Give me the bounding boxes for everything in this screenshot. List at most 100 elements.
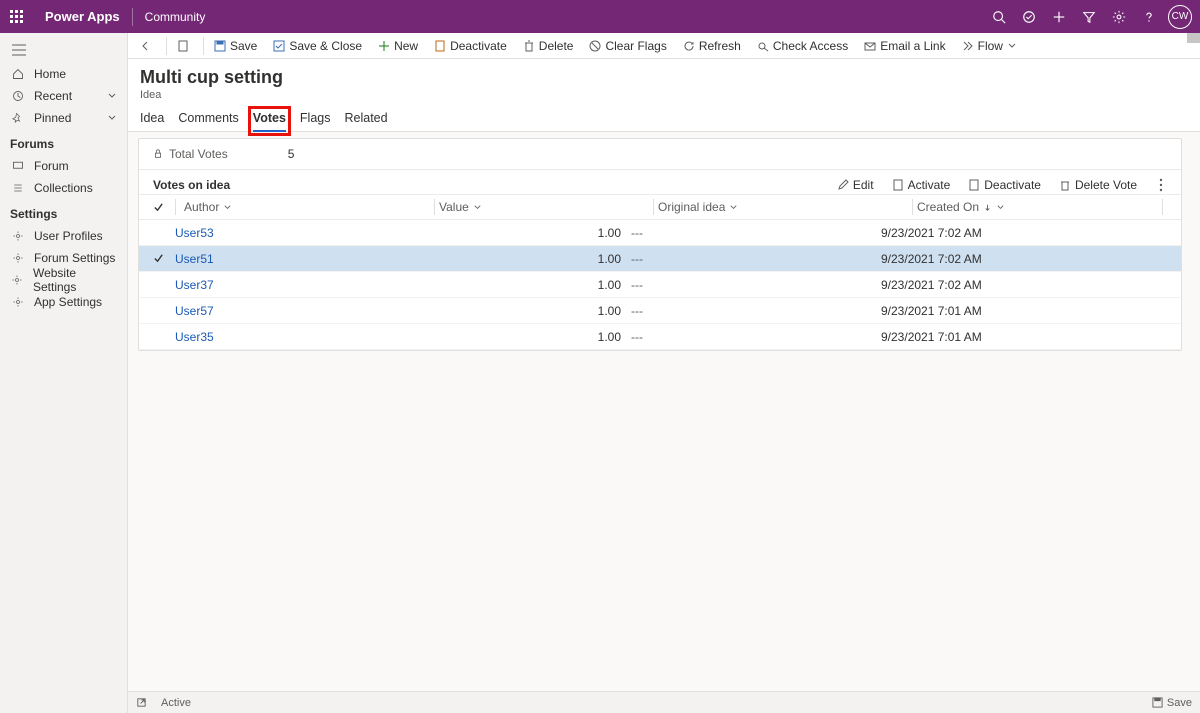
author-link[interactable]: User51 bbox=[175, 252, 214, 266]
pin-icon bbox=[10, 112, 26, 124]
tab-comments[interactable]: Comments bbox=[178, 111, 238, 131]
col-created-on[interactable]: Created On bbox=[917, 200, 1158, 214]
cell-original: --- bbox=[631, 278, 881, 292]
cell-original: --- bbox=[631, 252, 881, 266]
table-row[interactable]: User51 1.00---9/23/2021 7:02 AM bbox=[139, 246, 1181, 272]
nav-section-settings: Settings bbox=[0, 199, 127, 225]
sidebar-item-label: Forum Settings bbox=[34, 251, 115, 265]
cell-original: --- bbox=[631, 304, 881, 318]
sidebar-item-label: Pinned bbox=[34, 111, 71, 125]
gear-icon bbox=[10, 274, 25, 286]
author-link[interactable]: User37 bbox=[175, 278, 214, 292]
sidebar-item-collections[interactable]: Collections bbox=[0, 177, 127, 199]
help-icon[interactable] bbox=[1134, 0, 1164, 33]
sidebar-item-label: Website Settings bbox=[33, 266, 117, 294]
record-tabs: Idea Comments Votes Flags Related bbox=[128, 101, 1200, 132]
cell-created: 9/23/2021 7:01 AM bbox=[881, 304, 1167, 318]
sidebar-item-label: App Settings bbox=[34, 295, 102, 309]
open-record-set-icon[interactable] bbox=[169, 33, 201, 58]
table-row[interactable]: User531.00---9/23/2021 7:02 AM bbox=[139, 220, 1181, 246]
col-original-idea[interactable]: Original idea bbox=[658, 200, 908, 214]
footer-save-button[interactable]: Save bbox=[1152, 697, 1192, 709]
sidebar-item-home[interactable]: Home bbox=[0, 63, 127, 85]
cell-original: --- bbox=[631, 226, 881, 240]
table-row[interactable]: User57 1.00---9/23/2021 7:01 AM bbox=[139, 298, 1181, 324]
status-bar: Active Save bbox=[128, 691, 1200, 713]
record-status: Active bbox=[161, 697, 191, 709]
nav-section-forums: Forums bbox=[0, 129, 127, 155]
save-button[interactable]: Save bbox=[206, 33, 265, 58]
list-icon bbox=[10, 182, 26, 194]
table-row[interactable]: User35 1.00---9/23/2021 7:01 AM bbox=[139, 324, 1181, 350]
task-icon[interactable] bbox=[1014, 0, 1044, 33]
author-link[interactable]: User35 bbox=[175, 330, 214, 344]
col-value[interactable]: Value bbox=[439, 200, 649, 214]
sidebar-item-recent[interactable]: Recent bbox=[0, 85, 127, 107]
new-button[interactable]: New bbox=[370, 33, 426, 58]
grid-title: Votes on idea bbox=[153, 178, 230, 192]
tab-related[interactable]: Related bbox=[344, 111, 387, 131]
cell-value: 1.00 bbox=[421, 278, 631, 292]
check-access-button[interactable]: Check Access bbox=[749, 33, 856, 58]
global-header: Power Apps Community CW bbox=[0, 0, 1200, 33]
grid-edit-button[interactable]: Edit bbox=[837, 178, 874, 192]
nav-collapse-icon[interactable] bbox=[0, 37, 127, 63]
delete-button[interactable]: Delete bbox=[515, 33, 582, 58]
site-nav: Home Recent Pinned Forums Forum Collecti… bbox=[0, 33, 128, 713]
add-icon[interactable] bbox=[1044, 0, 1074, 33]
sidebar-item-label: Home bbox=[34, 67, 66, 81]
clear-flags-button[interactable]: Clear Flags bbox=[581, 33, 674, 58]
clock-icon bbox=[10, 90, 26, 102]
col-author[interactable]: Author bbox=[180, 200, 430, 214]
record-title: Multi cup setting bbox=[140, 67, 1200, 88]
cell-value: 1.00 bbox=[421, 226, 631, 240]
product-name: Power Apps bbox=[33, 8, 133, 26]
sidebar-item-label: Forum bbox=[34, 159, 69, 173]
gear-icon bbox=[10, 230, 26, 242]
select-all-checkbox[interactable] bbox=[153, 202, 171, 213]
filter-icon[interactable] bbox=[1074, 0, 1104, 33]
search-icon[interactable] bbox=[984, 0, 1014, 33]
chevron-down-icon bbox=[107, 91, 117, 101]
cell-created: 9/23/2021 7:01 AM bbox=[881, 330, 1167, 344]
forum-icon bbox=[10, 160, 26, 172]
grid-more-icon[interactable] bbox=[1155, 178, 1167, 192]
tab-flags[interactable]: Flags bbox=[300, 111, 331, 131]
sidebar-item-website-settings[interactable]: Website Settings bbox=[0, 269, 127, 291]
record-header: Multi cup setting Idea bbox=[128, 59, 1200, 101]
back-button[interactable] bbox=[132, 33, 164, 58]
grid-delete-button[interactable]: Delete Vote bbox=[1059, 178, 1137, 192]
scrollbar[interactable] bbox=[1187, 33, 1200, 43]
email-link-button[interactable]: Email a Link bbox=[856, 33, 953, 58]
environment-name[interactable]: Community bbox=[133, 10, 218, 24]
tab-votes[interactable]: Votes bbox=[253, 111, 286, 131]
row-check[interactable] bbox=[153, 253, 171, 264]
total-votes-value: 5 bbox=[288, 147, 295, 161]
sidebar-item-app-settings[interactable]: App Settings bbox=[0, 291, 127, 313]
cell-created: 9/23/2021 7:02 AM bbox=[881, 278, 1167, 292]
grid-deactivate-button[interactable]: Deactivate bbox=[968, 178, 1041, 192]
sidebar-item-user-profiles[interactable]: User Profiles bbox=[0, 225, 127, 247]
user-avatar[interactable]: CW bbox=[1168, 5, 1192, 29]
sidebar-item-pinned[interactable]: Pinned bbox=[0, 107, 127, 129]
cell-original: --- bbox=[631, 330, 881, 344]
grid-activate-button[interactable]: Activate bbox=[892, 178, 951, 192]
refresh-button[interactable]: Refresh bbox=[675, 33, 749, 58]
cell-value: 1.00 bbox=[421, 252, 631, 266]
cell-value: 1.00 bbox=[421, 330, 631, 344]
flow-button[interactable]: Flow bbox=[954, 33, 1029, 58]
popout-icon[interactable] bbox=[136, 697, 147, 708]
deactivate-button[interactable]: Deactivate bbox=[426, 33, 515, 58]
app-launcher-icon[interactable] bbox=[0, 0, 33, 33]
table-row[interactable]: User37 1.00---9/23/2021 7:02 AM bbox=[139, 272, 1181, 298]
cell-value: 1.00 bbox=[421, 304, 631, 318]
gear-icon[interactable] bbox=[1104, 0, 1134, 33]
author-link[interactable]: User57 bbox=[175, 304, 214, 318]
tab-idea[interactable]: Idea bbox=[140, 111, 164, 131]
cell-created: 9/23/2021 7:02 AM bbox=[881, 252, 1167, 266]
chevron-down-icon bbox=[107, 113, 117, 123]
command-bar: Save Save & Close New Deactivate Delete … bbox=[128, 33, 1200, 59]
save-close-button[interactable]: Save & Close bbox=[265, 33, 370, 58]
author-link[interactable]: User53 bbox=[175, 226, 214, 240]
sidebar-item-forum[interactable]: Forum bbox=[0, 155, 127, 177]
